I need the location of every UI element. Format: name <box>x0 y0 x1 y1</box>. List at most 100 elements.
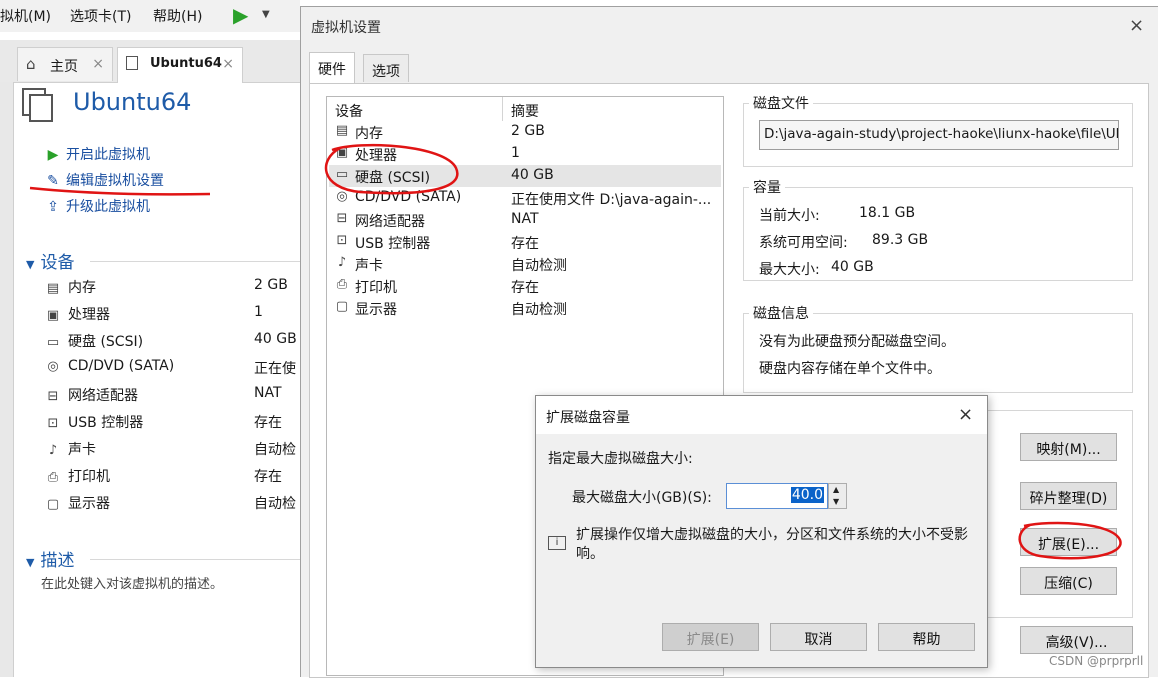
play-icon[interactable]: ▶ <box>233 3 248 27</box>
advanced-button[interactable]: 高级(V)... <box>1020 626 1133 654</box>
vm-large-icon <box>22 88 54 122</box>
device-value: 1 <box>254 304 263 320</box>
capacity-label: 容量 <box>749 177 785 197</box>
device-cpu[interactable]: ▣ 处理器 1 <box>44 304 300 326</box>
vm-title: Ubuntu64 <box>73 88 192 116</box>
tab-home[interactable]: ⌂ 主页 × <box>17 47 113 81</box>
defrag-button[interactable]: 碎片整理(D) <box>1020 482 1117 510</box>
device-value: 存在 <box>254 415 282 431</box>
expand-button[interactable]: 扩展(E)... <box>1020 528 1117 556</box>
list-item[interactable]: ◎ CD/DVD (SATA) 正在使用文件 D:\java-again-... <box>329 187 721 209</box>
compact-button[interactable]: 压缩(C) <box>1020 567 1117 595</box>
tab-hardware[interactable]: 硬件 <box>309 52 355 84</box>
current-size-value: 18.1 GB <box>859 205 916 221</box>
expand-confirm-button[interactable]: 扩展(E) <box>662 623 759 651</box>
edit-settings-link[interactable]: ✎ 编辑虚拟机设置 <box>44 170 164 190</box>
device-monitor[interactable]: ▢ 显示器 自动检 <box>44 493 300 515</box>
close-icon[interactable]: × <box>1129 15 1144 36</box>
cancel-button[interactable]: 取消 <box>770 623 867 651</box>
expand-disk-dialog: 扩展磁盘容量 × 指定最大虚拟磁盘大小: 最大磁盘大小(GB)(S): 40.0… <box>535 395 988 668</box>
list-item-summary: 自动检测 <box>511 302 567 318</box>
device-value: 自动检 <box>254 442 296 458</box>
device-name: 硬盘 (SCSI) <box>68 334 144 350</box>
max-size-field-label: 最大磁盘大小(GB)(S): <box>572 490 712 506</box>
max-size-input[interactable]: 40.0 <box>726 483 828 509</box>
close-icon[interactable]: × <box>92 56 104 72</box>
device-name: 显示器 <box>68 496 110 512</box>
close-icon[interactable]: × <box>222 56 234 72</box>
device-memory[interactable]: ▤ 内存 2 GB <box>44 277 300 299</box>
device-name: 网络适配器 <box>68 388 138 404</box>
list-item[interactable]: ▣ 处理器 1 <box>329 143 721 165</box>
description-header[interactable]: ▼ 描述 <box>26 546 74 571</box>
dialog-title: 扩展磁盘容量 <box>546 410 630 426</box>
device-printer[interactable]: ⎙ 打印机 存在 <box>44 466 300 488</box>
list-item-summary: 正在使用文件 D:\java-again-... <box>511 192 712 208</box>
memory-icon: ▤ <box>335 123 349 138</box>
column-summary[interactable]: 摘要 <box>511 101 539 121</box>
menu-vm[interactable]: 拟机(M) <box>0 6 51 26</box>
stepper-down-icon[interactable]: ▼ <box>833 497 839 506</box>
list-item[interactable]: ▤ 内存 2 GB <box>329 121 721 143</box>
list-item-summary: 存在 <box>511 280 539 296</box>
list-item[interactable]: ♪ 声卡 自动检测 <box>329 253 721 275</box>
stepper-up-icon[interactable]: ▲ <box>833 485 839 494</box>
cd-icon: ◎ <box>336 189 348 204</box>
menu-bar: 拟机(M) 选项卡(T) 帮助(H) ▶ ▼ <box>0 0 300 32</box>
device-usb[interactable]: ⊡ USB 控制器 存在 <box>44 412 300 434</box>
device-name: 处理器 <box>68 307 110 323</box>
list-item[interactable]: ⎙ 打印机 存在 <box>329 275 721 297</box>
list-item-name: 网络适配器 <box>355 214 425 230</box>
device-value: 正在使 <box>254 361 296 377</box>
disk-file-path[interactable]: D:\java-again-study\project-haoke\liunx-… <box>759 120 1119 150</box>
max-size-stepper[interactable]: ▲ ▼ <box>828 483 847 509</box>
disk-file-label: 磁盘文件 <box>749 93 813 113</box>
column-device[interactable]: 设备 <box>335 101 363 121</box>
map-button[interactable]: 映射(M)... <box>1020 433 1117 461</box>
device-network[interactable]: ⊟ 网络适配器 NAT <box>44 385 300 407</box>
current-size-label: 当前大小: <box>759 208 820 224</box>
tab-bar: ⌂ 主页 × Ubuntu64 × <box>0 40 300 83</box>
device-cd[interactable]: ◎ CD/DVD (SATA) 正在使 <box>44 358 300 380</box>
vm-icon <box>126 56 138 70</box>
tab-home-label: 主页 <box>50 59 78 75</box>
list-item-summary: 40 GB <box>511 167 554 183</box>
upgrade-link[interactable]: ⇪ 升级此虚拟机 <box>44 196 150 216</box>
edit-settings-label[interactable]: 编辑虚拟机设置 <box>66 173 164 189</box>
collapse-icon: ▼ <box>26 556 35 569</box>
max-size-value: 40.0 <box>790 487 824 503</box>
description-text[interactable]: 在此处键入对该虚拟机的描述。 <box>41 573 223 592</box>
close-icon[interactable]: × <box>958 404 973 425</box>
device-value: 40 GB <box>254 331 297 347</box>
device-name: USB 控制器 <box>68 415 144 431</box>
list-item-summary: NAT <box>511 211 539 227</box>
collapse-icon: ▼ <box>26 258 35 271</box>
divider <box>90 261 300 262</box>
menu-help[interactable]: 帮助(H) <box>153 6 202 26</box>
list-item-summary: 1 <box>511 145 520 161</box>
help-button[interactable]: 帮助 <box>878 623 975 651</box>
cd-icon: ◎ <box>47 359 59 374</box>
chevron-down-icon[interactable]: ▼ <box>262 9 270 20</box>
list-item-name: 内存 <box>355 126 383 142</box>
tab-ubuntu64[interactable]: Ubuntu64 × <box>117 47 243 83</box>
device-disk[interactable]: ▭ 硬盘 (SCSI) 40 GB <box>44 331 300 353</box>
power-on-link[interactable]: ▶ 开启此虚拟机 <box>44 144 150 164</box>
menu-tabs[interactable]: 选项卡(T) <box>70 6 131 26</box>
list-item-selected[interactable]: ▭ 硬盘 (SCSI) 40 GB <box>329 165 721 187</box>
list-item[interactable]: ▢ 显示器 自动检测 <box>329 297 721 319</box>
list-item[interactable]: ⊡ USB 控制器 存在 <box>329 231 721 253</box>
power-on-label[interactable]: 开启此虚拟机 <box>66 147 150 163</box>
max-size-value: 40 GB <box>831 259 874 275</box>
sound-icon: ♪ <box>48 443 58 458</box>
device-sound[interactable]: ♪ 声卡 自动检 <box>44 439 300 461</box>
device-name: 声卡 <box>68 442 96 458</box>
upgrade-label[interactable]: 升级此虚拟机 <box>66 199 150 215</box>
list-item[interactable]: ⊟ 网络适配器 NAT <box>329 209 721 231</box>
devices-header[interactable]: ▼ 设备 <box>26 248 74 273</box>
tab-options[interactable]: 选项 <box>363 54 409 82</box>
edit-icon: ✎ <box>47 173 59 189</box>
device-value: 存在 <box>254 469 282 485</box>
cpu-icon: ▣ <box>335 145 349 160</box>
list-item-name: 硬盘 (SCSI) <box>355 170 431 186</box>
